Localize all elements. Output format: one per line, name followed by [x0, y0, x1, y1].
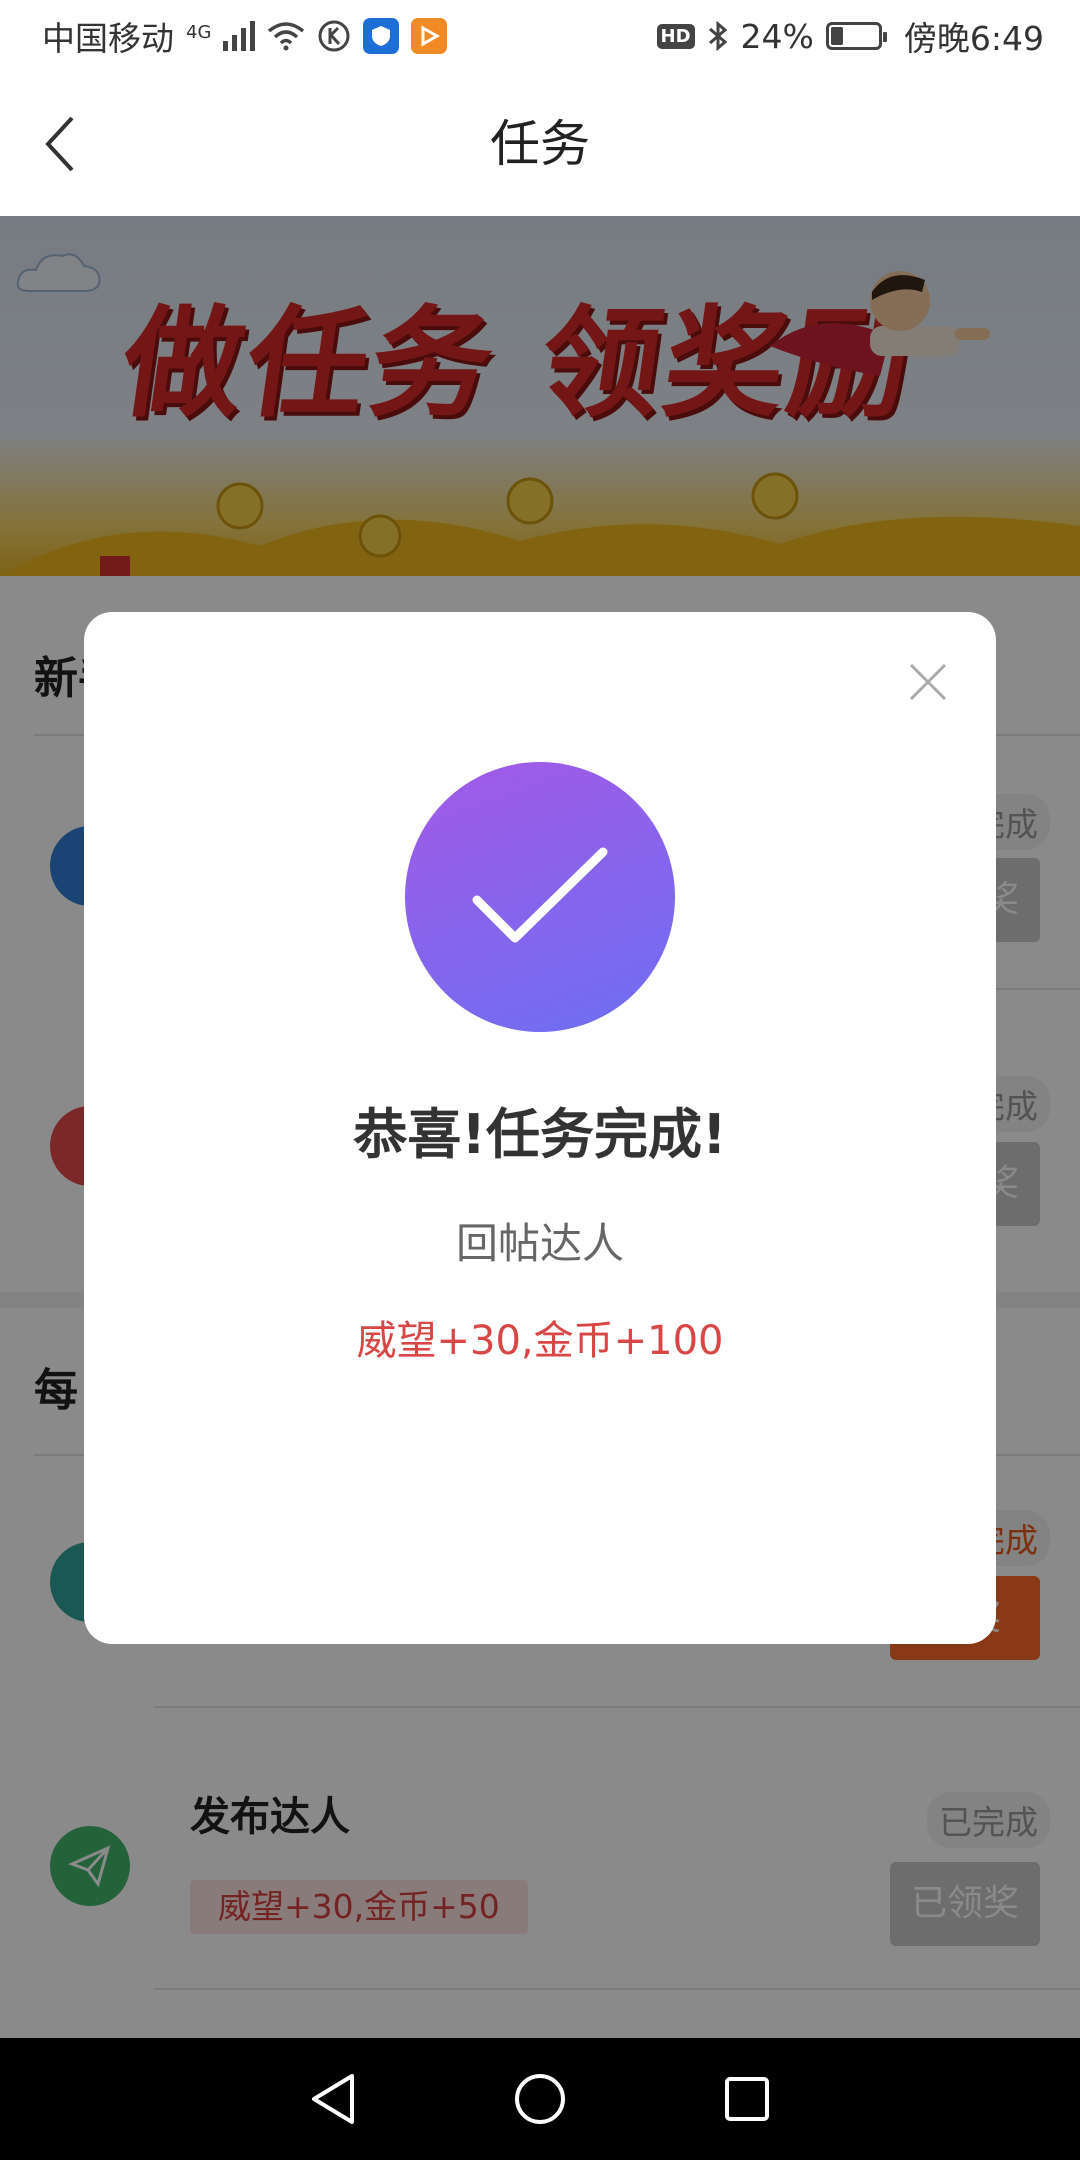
system-back-button[interactable] [293, 2059, 373, 2139]
play-app-icon [411, 18, 448, 54]
circle-home-icon [514, 2074, 565, 2124]
status-left: 中国移动 4G [42, 12, 448, 60]
system-nav-bar [0, 2038, 1080, 2160]
status-bar: 中国移动 4G HD 24% 傍晚6:49 [0, 0, 1080, 72]
clock: 傍晚6:49 [903, 19, 1044, 58]
success-badge [405, 762, 675, 1032]
system-home-button[interactable] [500, 2059, 580, 2139]
wifi-icon [267, 21, 305, 51]
battery-icon [825, 22, 887, 50]
dialog-reward: 威望+30,金币+100 [356, 1318, 724, 1364]
bluetooth-icon [707, 20, 729, 52]
signal-icon [223, 21, 256, 51]
dialog-task-name: 回帖达人 [455, 1219, 624, 1268]
triangle-back-icon [312, 2074, 355, 2124]
system-recents-button[interactable] [707, 2059, 787, 2139]
k-app-icon [317, 19, 351, 53]
shield-app-icon [363, 18, 400, 54]
nav-bar: 任务 [0, 72, 1080, 216]
network-label: 4G [186, 22, 212, 43]
dialog-title: 恭喜!任务完成! [353, 1103, 727, 1166]
checkmark-icon [472, 847, 608, 943]
page-title: 任务 [490, 115, 590, 173]
close-button[interactable] [898, 652, 958, 712]
square-recents-icon [724, 2077, 769, 2121]
hd-icon: HD [656, 23, 695, 49]
task-complete-dialog: 恭喜!任务完成! 回帖达人 威望+30,金币+100 [84, 612, 996, 1644]
carrier-label: 中国移动 [42, 19, 174, 58]
status-right: HD 24% 傍晚6:49 [656, 12, 1044, 60]
close-icon [909, 663, 947, 701]
battery-percent: 24% [740, 16, 814, 56]
